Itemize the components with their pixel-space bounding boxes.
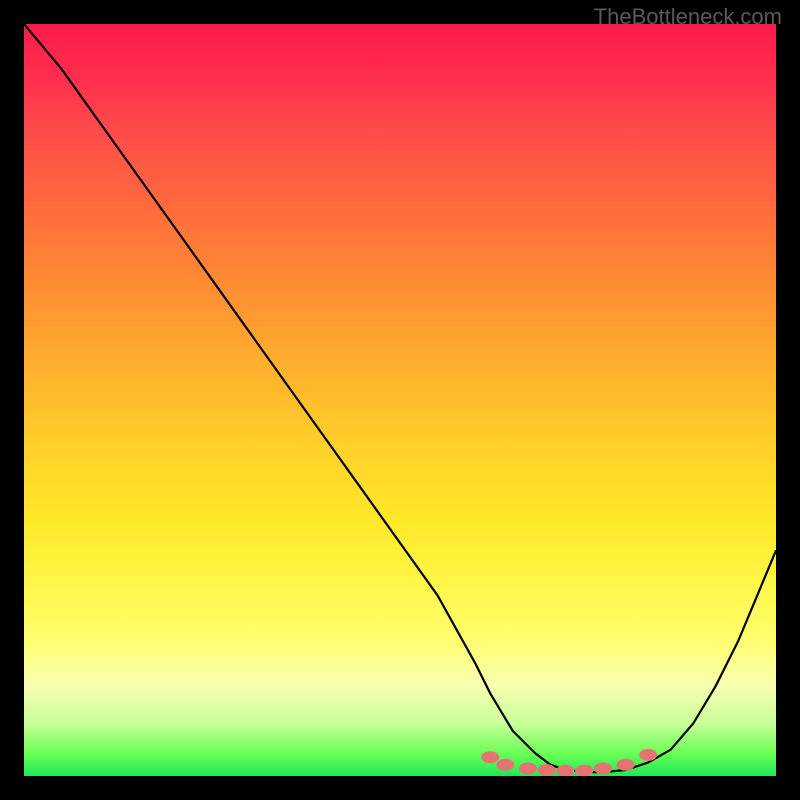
watermark-text: TheBottleneck.com <box>594 4 782 30</box>
bead-dot <box>519 763 537 775</box>
bead-dot <box>481 751 499 763</box>
optimal-range-beads <box>481 749 657 776</box>
plot-area <box>24 24 776 776</box>
bead-dot <box>556 765 574 776</box>
bead-dot <box>617 759 635 771</box>
bead-dot <box>575 765 593 776</box>
bead-dot <box>496 759 514 771</box>
bead-dot <box>639 749 657 761</box>
bottleneck-curve <box>24 24 776 772</box>
bead-dot <box>594 763 612 775</box>
bead-dot <box>538 764 556 776</box>
chart-svg <box>24 24 776 776</box>
